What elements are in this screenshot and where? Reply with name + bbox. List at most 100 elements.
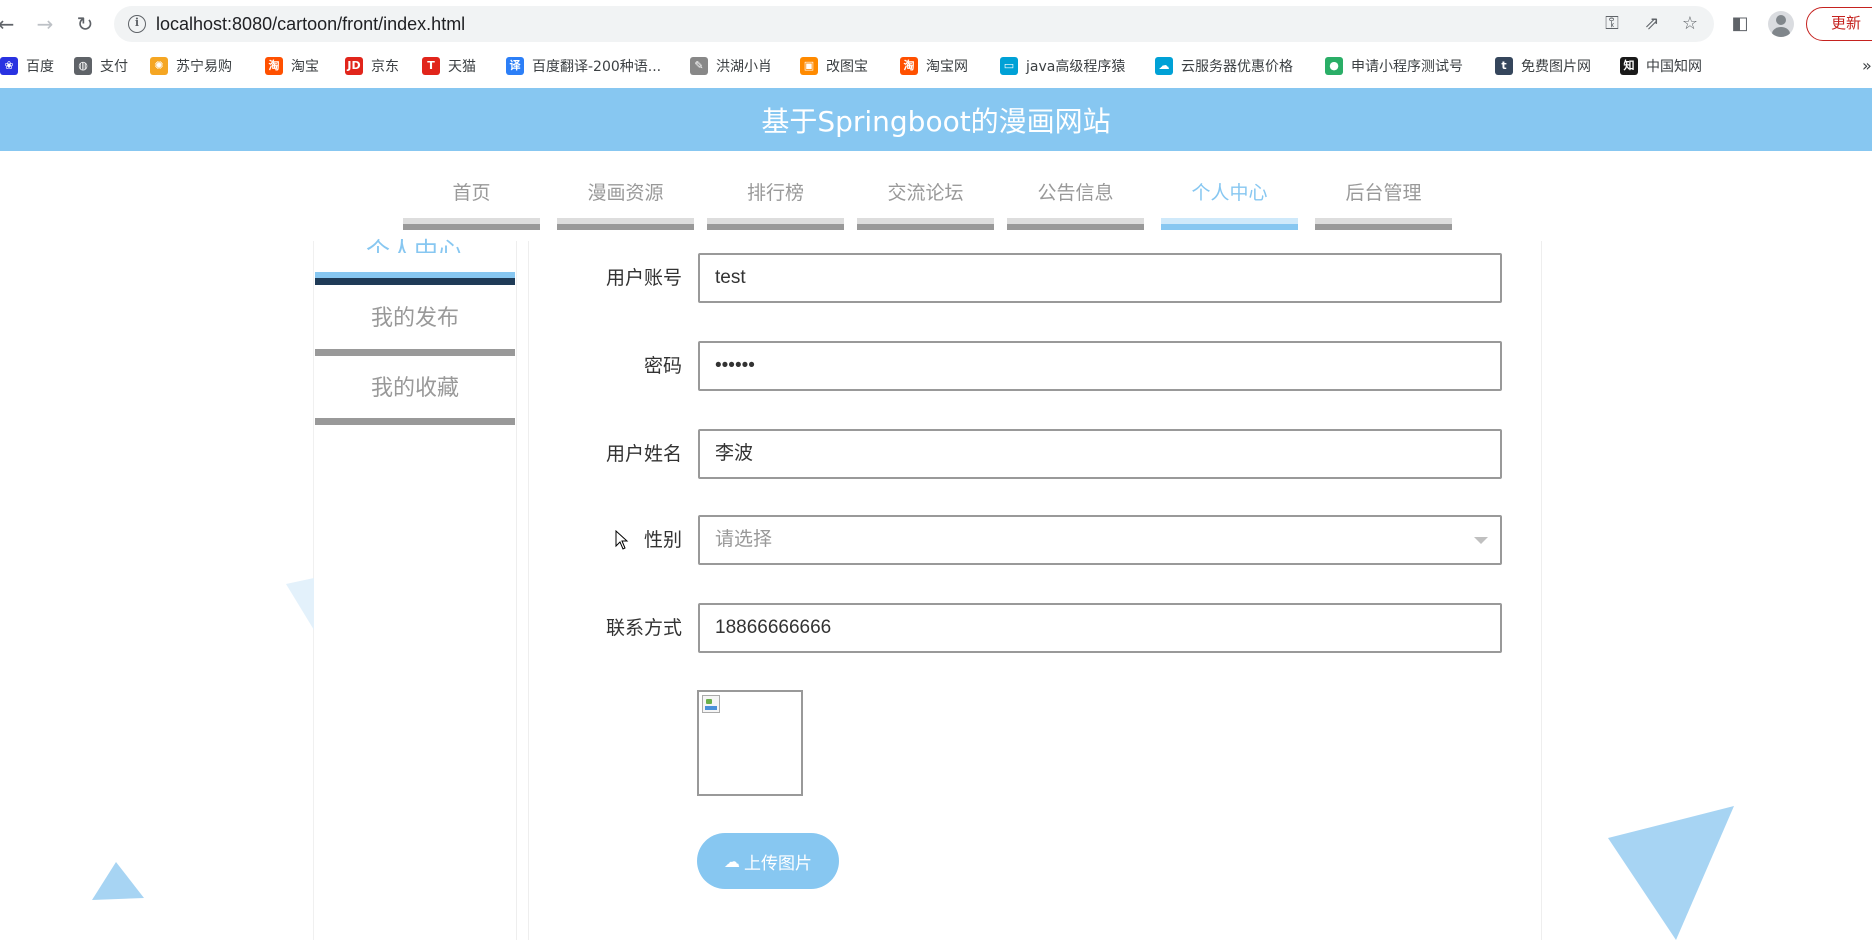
translate-icon: 译 (506, 57, 524, 75)
bookmark-item[interactable]: ❀ 百度 (0, 55, 54, 77)
upload-image-button[interactable]: ☁ 上传图片 (697, 833, 839, 889)
cloud-icon: ☁ (1155, 57, 1173, 75)
bookmark-item[interactable]: ▭ java高级程序猿 (1000, 55, 1125, 77)
wechat-icon: ● (1325, 57, 1343, 75)
nav-item[interactable]: 排行榜 (707, 175, 844, 230)
sidebar-item-my-favorites[interactable]: 我的收藏 (315, 370, 515, 402)
nav-item[interactable]: 个人中心 (1161, 175, 1298, 230)
avatar-image-preview[interactable] (697, 690, 803, 796)
bookmark-item[interactable]: 淘淘宝 (265, 55, 319, 77)
sidebar-title-underline (315, 272, 515, 285)
bookmarks-more-icon[interactable]: » (1862, 56, 1872, 75)
bookmark-item[interactable]: t 免费图片网 (1495, 55, 1591, 77)
feather-icon: ✎ (690, 57, 708, 75)
sidebar-item-label: 我的发布 (370, 306, 459, 331)
site-title: 基于Springboot的漫画网站 (761, 104, 1111, 138)
share-icon[interactable]: ⇗ (1642, 14, 1662, 34)
bookmark-label: java高级程序猿 (1026, 59, 1126, 75)
side-panel-icon[interactable]: ◧ (1728, 12, 1752, 36)
decorative-triangle (1608, 806, 1734, 940)
nav-item-label: 首页 (452, 182, 491, 204)
url-text[interactable]: localhost:8080/cartoon/front/index.html (156, 14, 465, 35)
bookmark-item[interactable]: 淘淘宝网 (900, 55, 968, 77)
update-button[interactable]: 更新 (1806, 7, 1872, 41)
decorative-triangle (92, 862, 144, 900)
bilibili-icon: ▭ (1000, 57, 1018, 75)
jd-icon: JD (345, 57, 363, 75)
nav-item-underline (1007, 218, 1144, 230)
bookmark-label: 天猫 (448, 59, 476, 75)
sidebar: 个人中心 (313, 237, 517, 940)
site-info-icon[interactable]: i (128, 15, 146, 33)
sidebar-title: 个人中心 (366, 237, 462, 253)
gender-label: 性别 (643, 529, 682, 551)
bookmark-item[interactable]: ◍ 支付 (74, 55, 128, 77)
taobao-icon: 淘 (265, 57, 283, 75)
back-arrow-icon[interactable]: ← (0, 12, 18, 36)
browser-toolbar: ← → ↻ i localhost:8080/cartoon/front/ind… (0, 0, 1872, 48)
form-row-phone: 联系方式 18866666666 (540, 603, 1502, 653)
nav-item-label: 公告信息 (1037, 182, 1114, 204)
nav-item-label: 交流论坛 (887, 182, 964, 204)
upload-label: 上传图片 (744, 853, 812, 874)
gaitubao-icon: ▣ (800, 57, 818, 75)
nav-item[interactable]: 公告信息 (1007, 175, 1144, 230)
nav-item-underline (557, 218, 694, 230)
key-icon[interactable]: ⚿ (1602, 14, 1622, 34)
lion-icon: ✺ (150, 57, 168, 75)
bookmark-label: 百度 (26, 59, 54, 75)
profile-avatar-icon[interactable] (1768, 11, 1794, 37)
tumblr-icon: t (1495, 57, 1513, 75)
address-bar[interactable]: i localhost:8080/cartoon/front/index.htm… (114, 6, 1714, 42)
nav-item[interactable]: 首页 (403, 175, 540, 230)
mouse-cursor-icon (615, 530, 629, 550)
bookmark-label: 免费图片网 (1521, 59, 1591, 75)
bookmark-label: 淘宝网 (926, 59, 968, 75)
nav-item[interactable]: 后台管理 (1315, 175, 1452, 230)
globe-icon: ◍ (74, 57, 92, 75)
bookmark-item[interactable]: 知中国知网 (1620, 55, 1702, 77)
account-input[interactable]: test (698, 253, 1502, 303)
nav-item-underline (1161, 218, 1298, 230)
bookmark-item[interactable]: ▣ 改图宝 (800, 55, 868, 77)
password-label: 密码 (643, 355, 682, 377)
nav-item-label: 个人中心 (1191, 182, 1268, 204)
site-header: 基于Springboot的漫画网站 (0, 88, 1872, 151)
bookmark-label: 云服务器优惠价格 (1181, 59, 1293, 75)
bookmark-item[interactable]: ● 申请小程序测试号 (1325, 55, 1463, 77)
bookmark-item[interactable]: ☁ 云服务器优惠价格 (1155, 55, 1293, 77)
nav-item[interactable]: 交流论坛 (857, 175, 994, 230)
phone-input[interactable]: 18866666666 (698, 603, 1502, 653)
name-input[interactable]: 李波 (698, 429, 1502, 479)
bookmark-label: 申请小程序测试号 (1351, 59, 1463, 75)
cloud-upload-icon: ☁ (724, 851, 740, 871)
bookmark-item[interactable]: ✎ 洪湖小肖 (690, 55, 772, 77)
bookmark-label: 淘宝 (291, 59, 319, 75)
bookmark-label: 支付 (100, 59, 128, 75)
chevron-down-icon (1474, 537, 1488, 544)
form-row-name: 用户姓名 李波 (540, 429, 1502, 479)
form-row-account: 用户账号 test (540, 253, 1502, 303)
tmall-icon: T (422, 57, 440, 75)
password-input[interactable]: •••••• (698, 341, 1502, 391)
gender-select[interactable]: 请选择 (698, 515, 1502, 565)
forward-arrow-icon[interactable]: → (33, 12, 57, 36)
bookmark-item[interactable]: JD 京东 (345, 55, 399, 77)
bookmark-item[interactable]: ✺ 苏宁易购 (150, 55, 232, 77)
bookmark-item[interactable]: T 天猫 (422, 55, 476, 77)
bookmark-item[interactable]: 译百度翻译-200种语... (506, 55, 661, 77)
name-label: 用户姓名 (605, 443, 682, 465)
broken-image-icon (702, 695, 720, 713)
nav-item-underline (1315, 218, 1452, 230)
nav-item[interactable]: 漫画资源 (557, 175, 694, 230)
reload-icon[interactable]: ↻ (73, 12, 97, 36)
sidebar-item-my-posts[interactable]: 我的发布 (315, 300, 515, 332)
paw-icon: ❀ (0, 57, 18, 75)
nav-item-label: 排行榜 (746, 182, 804, 204)
nav-item-underline (707, 218, 844, 230)
decorative-triangle (286, 578, 314, 630)
star-icon[interactable]: ☆ (1680, 14, 1700, 34)
phone-label: 联系方式 (605, 617, 682, 639)
bookmark-label: 洪湖小肖 (716, 59, 772, 75)
bookmark-label: 中国知网 (1646, 59, 1702, 75)
